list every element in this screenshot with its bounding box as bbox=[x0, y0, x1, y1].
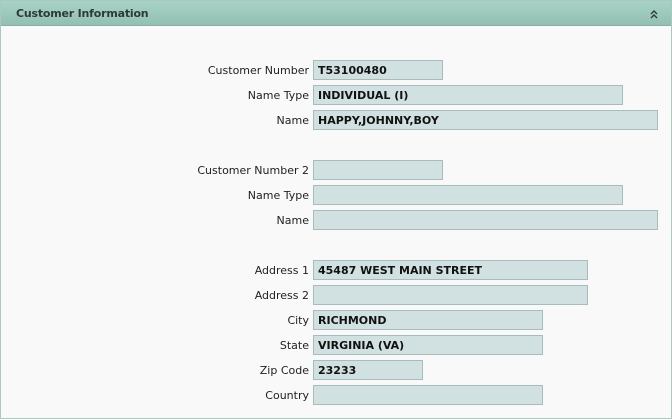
state-field[interactable]: VIRGINIA (VA) bbox=[313, 335, 543, 355]
name-label: Name bbox=[276, 114, 309, 127]
customer-number-2-label: Customer Number 2 bbox=[197, 164, 309, 177]
country-field[interactable] bbox=[313, 385, 543, 405]
customer-number-2-field[interactable] bbox=[313, 160, 443, 180]
name-type-field[interactable]: INDIVIDUAL (I) bbox=[313, 85, 623, 105]
name-type-label: Name Type bbox=[247, 89, 309, 102]
city-label: City bbox=[287, 314, 309, 327]
chevron-double-up-icon[interactable] bbox=[649, 6, 659, 19]
name-field[interactable]: HAPPY,JOHNNY,BOY bbox=[313, 110, 658, 130]
name-type-2-label: Name Type bbox=[247, 189, 309, 202]
zip-code-field[interactable]: 23233 bbox=[313, 360, 423, 380]
address-2-label: Address 2 bbox=[254, 289, 309, 302]
address-2-field[interactable] bbox=[313, 285, 588, 305]
panel-title: Customer Information bbox=[16, 7, 149, 20]
address-1-field[interactable]: 45487 WEST MAIN STREET bbox=[313, 260, 588, 280]
name-type-2-field[interactable] bbox=[313, 185, 623, 205]
state-label: State bbox=[279, 339, 309, 352]
address-1-label: Address 1 bbox=[254, 264, 309, 277]
customer-number-label: Customer Number bbox=[207, 64, 309, 77]
country-label: Country bbox=[265, 389, 309, 402]
name-2-field[interactable] bbox=[313, 210, 658, 230]
customer-number-field[interactable]: T53100480 bbox=[313, 60, 443, 80]
name-2-label: Name bbox=[276, 214, 309, 227]
zip-code-label: Zip Code bbox=[259, 364, 309, 377]
customer-information-panel: Customer Information Customer Number T53… bbox=[0, 0, 672, 419]
city-field[interactable]: RICHMOND bbox=[313, 310, 543, 330]
panel-header[interactable]: Customer Information bbox=[1, 1, 671, 26]
